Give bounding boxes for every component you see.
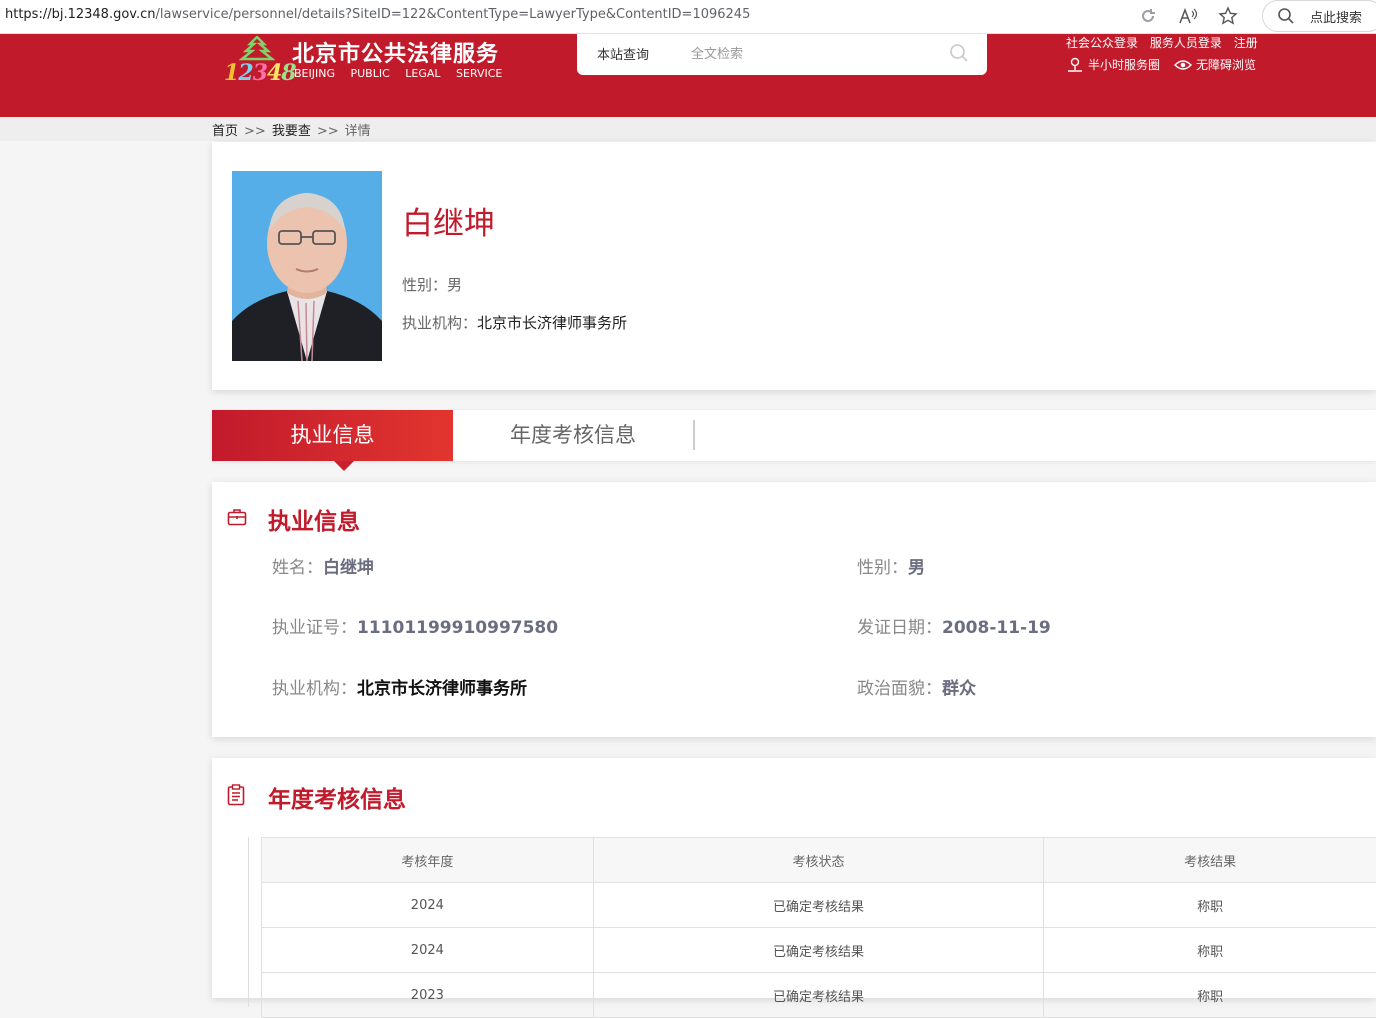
briefcase-icon [227, 508, 247, 526]
lawyer-profile-card: 白继坤 性别：男 执业机构：北京市长济律师事务所 [212, 142, 1376, 390]
practice-info-section: 执业信息 姓名：白继坤 性别：男 执业证号：11101199910997580 … [212, 482, 1376, 737]
staff-login-link[interactable]: 服务人员登录 [1150, 36, 1222, 50]
breadcrumb-current: 详情 [345, 124, 371, 139]
field-license-number: 执业证号：11101199910997580 [272, 613, 558, 638]
logo-title-cn: 北京市公共法律服务 [292, 36, 499, 68]
column-header-result: 考核结果 [1044, 838, 1376, 883]
read-aloud-icon[interactable] [1177, 5, 1199, 27]
url-path: /lawservice/personnel/details?SiteID=122… [156, 7, 751, 22]
register-link[interactable]: 注册 [1234, 36, 1258, 50]
url-host: https://bj.12348.gov.cn [5, 7, 156, 22]
active-tab-indicator [334, 461, 354, 471]
field-issue-date: 发证日期：2008-11-19 [857, 613, 1051, 638]
table-row: 2024 已确定考核结果 称职 [262, 928, 1376, 973]
tab-practice-info[interactable]: 执业信息 [212, 410, 453, 461]
cell-year: 2023 [262, 973, 594, 1018]
column-header-year: 考核年度 [262, 838, 594, 883]
annual-review-title: 年度考核信息 [268, 780, 406, 814]
breadcrumb-home[interactable]: 首页 [212, 124, 238, 139]
breadcrumb: 首页 >> 我要查 >> 详情 [212, 120, 371, 139]
annual-review-table: 考核年度 考核状态 考核结果 2024 已确定考核结果 称职 2024 已确定考… [261, 837, 1376, 1018]
clipboard-icon [227, 784, 245, 806]
browser-search-button[interactable]: 点此搜索 [1262, 0, 1376, 32]
browser-address-bar: https://bj.12348.gov.cn/lawservice/perso… [0, 0, 1376, 34]
field-political-status: 政治面貌：群众 [857, 674, 976, 699]
annual-review-section: 年度考核信息 考核年度 考核状态 考核结果 2024 已确定考核结果 称职 20… [212, 758, 1376, 998]
breadcrumb-query[interactable]: 我要查 [272, 124, 311, 139]
accessible-browse-link[interactable]: 无障碍浏览 [1174, 56, 1256, 73]
lawyer-name: 白继坤 [402, 198, 495, 243]
site-search-box: 本站查询 [577, 34, 987, 75]
table-row: 2023 已确定考核结果 称职 [262, 973, 1376, 1018]
cell-result: 称职 [1044, 883, 1376, 928]
site-header: 12348 北京市公共法律服务 BEIJING PUBLIC LEGAL SER… [0, 34, 1376, 117]
column-header-status: 考核状态 [593, 838, 1044, 883]
breadcrumb-separator: >> [244, 124, 266, 139]
cell-status: 已确定考核结果 [593, 883, 1044, 928]
tab-divider [693, 420, 695, 450]
info-tabs: 执业信息 年度考核信息 [212, 410, 1376, 461]
favorite-star-icon[interactable] [1217, 5, 1239, 27]
lawyer-firm-value: 北京市长济律师事务所 [477, 314, 627, 332]
field-name: 姓名：白继坤 [272, 553, 374, 578]
search-input[interactable] [689, 42, 933, 66]
refresh-icon[interactable] [1137, 5, 1159, 27]
cell-status: 已确定考核结果 [593, 973, 1044, 1018]
account-links: 社会公众登录 服务人员登录 注册 [1066, 34, 1266, 51]
site-logo[interactable]: 12348 北京市公共法律服务 BEIJING PUBLIC LEGAL SER… [222, 36, 512, 88]
eye-icon [1174, 59, 1192, 71]
breadcrumb-bar: 首页 >> 我要查 >> 详情 [0, 117, 1376, 141]
utility-links: 半小时服务圈 无障碍浏览 [1066, 56, 1270, 73]
lawyer-photo [232, 171, 382, 361]
public-login-link[interactable]: 社会公众登录 [1066, 36, 1138, 50]
service-circle-link[interactable]: 半小时服务圈 [1066, 56, 1160, 73]
cell-status: 已确定考核结果 [593, 928, 1044, 973]
table-row: 2024 已确定考核结果 称职 [262, 883, 1376, 928]
search-icon[interactable] [949, 43, 969, 63]
tab-annual-review[interactable]: 年度考核信息 [453, 410, 693, 461]
table-header-row: 考核年度 考核状态 考核结果 [262, 838, 1376, 883]
search-icon [1277, 7, 1295, 25]
cell-year: 2024 [262, 883, 594, 928]
map-pin-icon [1066, 57, 1084, 73]
logo-numbers: 12348 [224, 60, 296, 86]
cell-result: 称职 [1044, 973, 1376, 1018]
logo-title-en: BEIJING PUBLIC LEGAL SERVICE [294, 67, 502, 80]
breadcrumb-separator: >> [317, 124, 339, 139]
lawyer-firm: 执业机构：北京市长济律师事务所 [402, 312, 627, 333]
search-scope-tab[interactable]: 本站查询 [597, 44, 649, 63]
annual-review-table-wrap: 考核年度 考核状态 考核结果 2024 已确定考核结果 称职 2024 已确定考… [248, 837, 1376, 1007]
practice-info-title: 执业信息 [268, 502, 360, 536]
cell-result: 称职 [1044, 928, 1376, 973]
cell-year: 2024 [262, 928, 594, 973]
field-gender: 性别：男 [857, 553, 925, 578]
url-field[interactable]: https://bj.12348.gov.cn/lawservice/perso… [5, 7, 750, 22]
field-firm: 执业机构：北京市长济律师事务所 [272, 674, 527, 699]
lawyer-gender: 性别：男 [402, 274, 462, 295]
browser-search-label: 点此搜索 [1310, 7, 1362, 26]
